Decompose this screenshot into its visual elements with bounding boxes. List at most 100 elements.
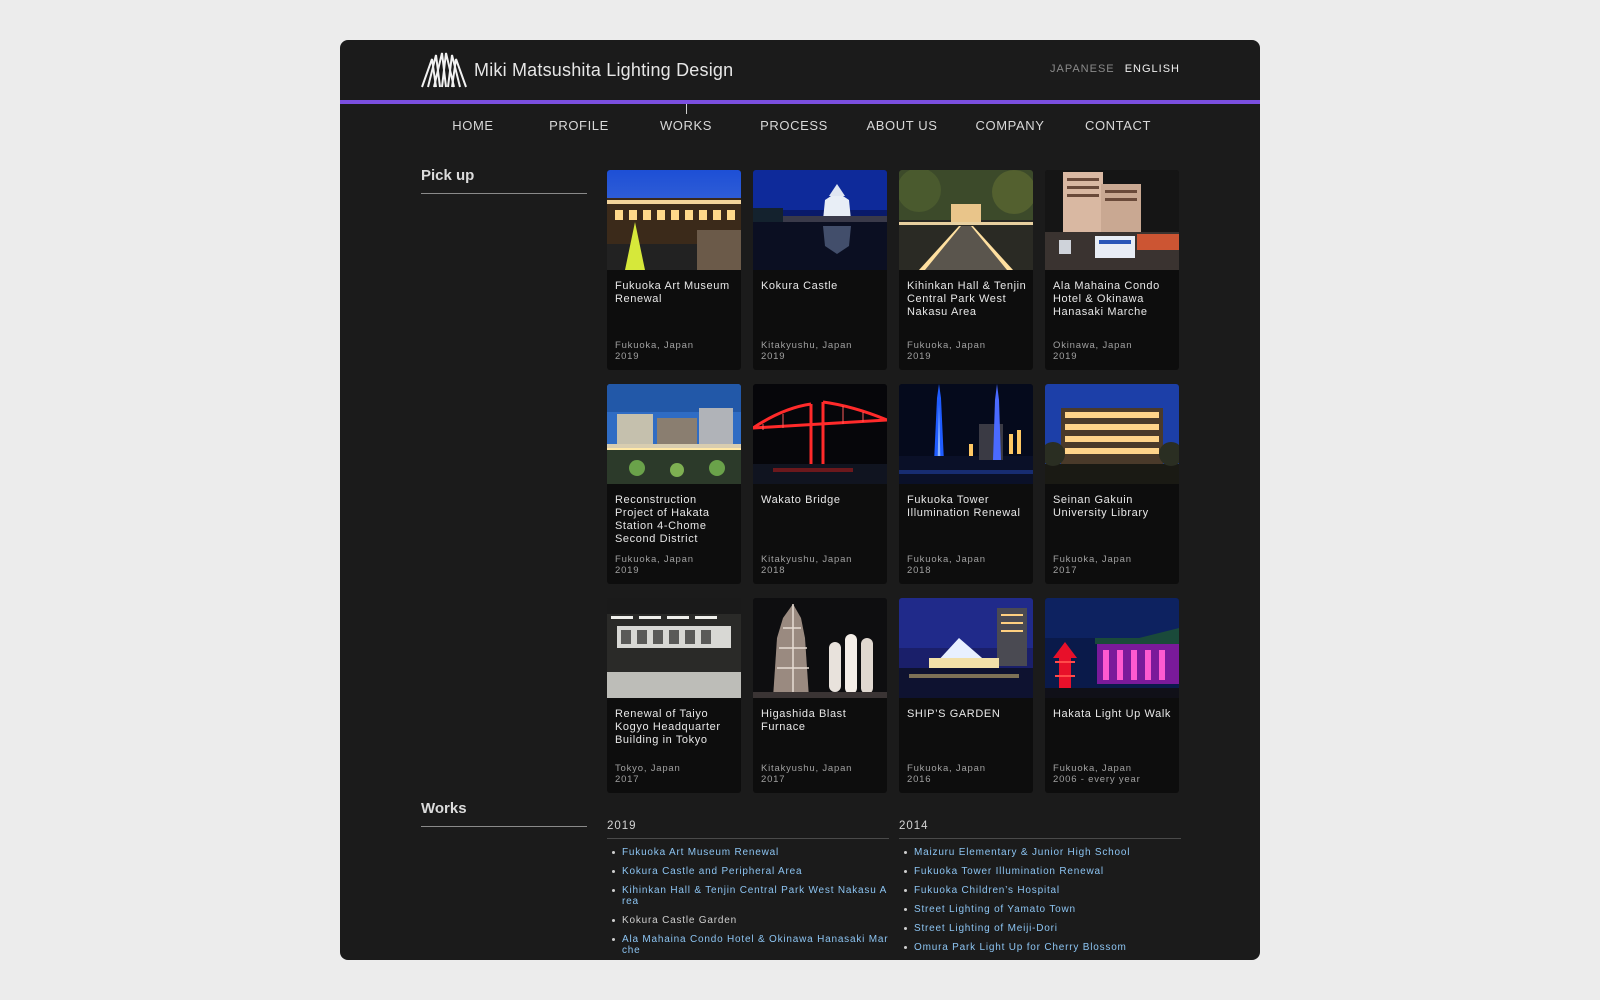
pickup-year: 2017: [615, 774, 640, 785]
pickup-card[interactable]: Kihinkan Hall & Tenjin Central Park West…: [899, 170, 1033, 370]
pickup-title: Higashida Blast Furnace: [761, 708, 847, 733]
pickup-year: 2006 - every year: [1053, 774, 1141, 785]
pickup-year: 2019: [907, 351, 932, 362]
pickup-thumbnail[interactable]: [607, 384, 741, 484]
works-link[interactable]: Kihinkan Hall & Tenjin Central Park West…: [622, 885, 887, 907]
nav-works[interactable]: WORKS: [632, 104, 740, 144]
works-list-item: Fukuoka Art Museum Renewal: [607, 847, 889, 858]
pickup-year: 2019: [1053, 351, 1078, 362]
pickup-meta: Tokyo, Japan 2017: [615, 763, 737, 785]
pickup-card[interactable]: Fukuoka Tower Illumination Renewal Fukuok…: [899, 384, 1033, 584]
pickup-title: Kokura Castle: [761, 280, 838, 292]
pickup-card[interactable]: Kokura Castle Kitakyushu, Japan 2019: [753, 170, 887, 370]
pickup-location: Fukuoka, Japan: [907, 554, 986, 565]
pickup-thumbnail[interactable]: [753, 170, 887, 270]
pickup-title: Fukuoka Art Museum Renewal: [615, 280, 730, 305]
pickup-title: Ala Mahaina Condo Hotel & Okinawa Hanasa…: [1053, 280, 1160, 318]
pickup-year: 2019: [615, 351, 640, 362]
pickup-year: 2018: [907, 565, 932, 576]
works-link[interactable]: Fukuoka Children’s Hospital: [914, 885, 1060, 896]
pickup-card[interactable]: Seinan Gakuin University Library Fukuoka,…: [1045, 384, 1179, 584]
pickup-card[interactable]: Fukuoka Art Museum Renewal Fukuoka, Japan…: [607, 170, 741, 370]
works-year-heading: 2019: [607, 820, 889, 839]
works-link[interactable]: Fukuoka Tower Illumination Renewal: [914, 866, 1104, 877]
works-list-item: Omura Park Light Up for Cherry Blossom: [899, 942, 1181, 953]
pickup-title: Renewal of Taiyo Kogyo Headquarter Build…: [615, 708, 721, 746]
site-logo[interactable]: Miki Matsushita Lighting Design: [420, 51, 733, 89]
pickup-meta: Fukuoka, Japan 2016: [907, 763, 1029, 785]
works-year-column: 2014 Maizuru Elementary & Junior High Sch…: [899, 820, 1181, 960]
pickup-meta: Fukuoka, Japan 2019: [615, 554, 737, 576]
lang-japanese-link[interactable]: JAPANESE: [1050, 63, 1115, 75]
works-link[interactable]: Omura Park Light Up for Cherry Blossom: [914, 942, 1127, 953]
pickup-card[interactable]: Higashida Blast Furnace Kitakyushu, Japan…: [753, 598, 887, 793]
pickup-year: 2017: [1053, 565, 1078, 576]
works-link[interactable]: Maizuru Elementary & Junior High School: [914, 847, 1130, 858]
works-divider: [421, 826, 587, 827]
pickup-location: Fukuoka, Japan: [1053, 554, 1132, 565]
pickup-meta: Kitakyushu, Japan 2019: [761, 340, 883, 362]
pickup-location: Fukuoka, Japan: [615, 554, 694, 565]
pickup-thumbnail[interactable]: [1045, 170, 1179, 270]
works-list-item: Fukuoka Tower Illumination Renewal: [899, 866, 1181, 877]
pickup-heading: Pick up: [421, 167, 475, 184]
pickup-divider: [421, 193, 587, 194]
lang-english-link[interactable]: ENGLISH: [1125, 63, 1180, 75]
works-list-item: Kokura Castle and Peripheral Area: [607, 866, 889, 877]
works-list-item: Street Lighting of Meiji-Dori: [899, 923, 1181, 934]
works-year-column: 2019 Fukuoka Art Museum Renewal Kokura Cas…: [607, 820, 889, 960]
pickup-meta: Kitakyushu, Japan 2018: [761, 554, 883, 576]
works-list-item: Fukuoka Children’s Hospital: [899, 885, 1181, 896]
site-header: Miki Matsushita Lighting Design JAPANESE…: [340, 40, 1260, 102]
works-link[interactable]: Fukuoka Art Museum Renewal: [622, 847, 779, 858]
pickup-title: Kihinkan Hall & Tenjin Central Park West…: [907, 280, 1027, 318]
logo-mark-icon: [421, 52, 467, 88]
works-list-item: Kokura Castle Garden: [607, 915, 889, 926]
nav-company[interactable]: COMPANY: [956, 104, 1064, 144]
pickup-card[interactable]: SHIP’S GARDEN Fukuoka, Japan 2016: [899, 598, 1033, 793]
nav-profile[interactable]: PROFILE: [526, 104, 632, 144]
pickup-location: Okinawa, Japan: [1053, 340, 1133, 351]
pickup-year: 2016: [907, 774, 932, 785]
pickup-thumbnail[interactable]: [1045, 598, 1179, 698]
works-list-item: Kihinkan Hall & Tenjin Central Park West…: [607, 885, 889, 907]
pickup-meta: Fukuoka, Japan 2019: [615, 340, 737, 362]
works-list: Maizuru Elementary & Junior High School F…: [899, 847, 1181, 953]
pickup-thumbnail[interactable]: [899, 598, 1033, 698]
pickup-location: Kitakyushu, Japan: [761, 554, 853, 565]
pickup-card[interactable]: Wakato Bridge Kitakyushu, Japan 2018: [753, 384, 887, 584]
works-link[interactable]: Street Lighting of Meiji-Dori: [914, 923, 1058, 934]
works-year-heading: 2014: [899, 820, 1181, 839]
works-link[interactable]: Ala Mahaina Condo Hotel & Okinawa Hanasa…: [622, 934, 888, 956]
pickup-card[interactable]: Hakata Light Up Walk Fukuoka, Japan 2006 -…: [1045, 598, 1179, 793]
pickup-location: Fukuoka, Japan: [615, 340, 694, 351]
pickup-meta: Kitakyushu, Japan 2017: [761, 763, 883, 785]
pickup-card[interactable]: Reconstruction Project of Hakata Station…: [607, 384, 741, 584]
pickup-thumbnail[interactable]: [899, 384, 1033, 484]
main-nav: HOME PROFILE WORKS PROCESS ABOUT US COMPANY CO…: [420, 104, 1180, 144]
nav-about-us[interactable]: ABOUT US: [848, 104, 956, 144]
pickup-meta: Fukuoka, Japan 2018: [907, 554, 1029, 576]
pickup-thumbnail[interactable]: [899, 170, 1033, 270]
works-list-item: Ala Mahaina Condo Hotel & Okinawa Hanasa…: [607, 934, 889, 956]
pickup-thumbnail[interactable]: [1045, 384, 1179, 484]
works-link[interactable]: Street Lighting of Yamato Town: [914, 904, 1076, 915]
pickup-thumbnail[interactable]: [753, 598, 887, 698]
works-link[interactable]: Kokura Castle and Peripheral Area: [622, 866, 802, 877]
nav-contact[interactable]: CONTACT: [1064, 104, 1172, 144]
pickup-thumbnail[interactable]: [753, 384, 887, 484]
pickup-thumbnail[interactable]: [607, 598, 741, 698]
pickup-card[interactable]: Ala Mahaina Condo Hotel & Okinawa Hanasa…: [1045, 170, 1179, 370]
pickup-meta: Fukuoka, Japan 2006 - every year: [1053, 763, 1175, 785]
pickup-title: Reconstruction Project of Hakata Station…: [615, 494, 710, 545]
pickup-title: Fukuoka Tower Illumination Renewal: [907, 494, 1021, 519]
pickup-meta: Okinawa, Japan 2019: [1053, 340, 1175, 362]
nav-home[interactable]: HOME: [420, 104, 526, 144]
pickup-thumbnail[interactable]: [607, 170, 741, 270]
works-list: Fukuoka Art Museum Renewal Kokura Castle …: [607, 847, 889, 956]
pickup-year: 2019: [761, 351, 786, 362]
pickup-card[interactable]: Renewal of Taiyo Kogyo Headquarter Build…: [607, 598, 741, 793]
nav-process[interactable]: PROCESS: [740, 104, 848, 144]
works-list-item: Maizuru Elementary & Junior High School: [899, 847, 1181, 858]
pickup-year: 2019: [615, 565, 640, 576]
